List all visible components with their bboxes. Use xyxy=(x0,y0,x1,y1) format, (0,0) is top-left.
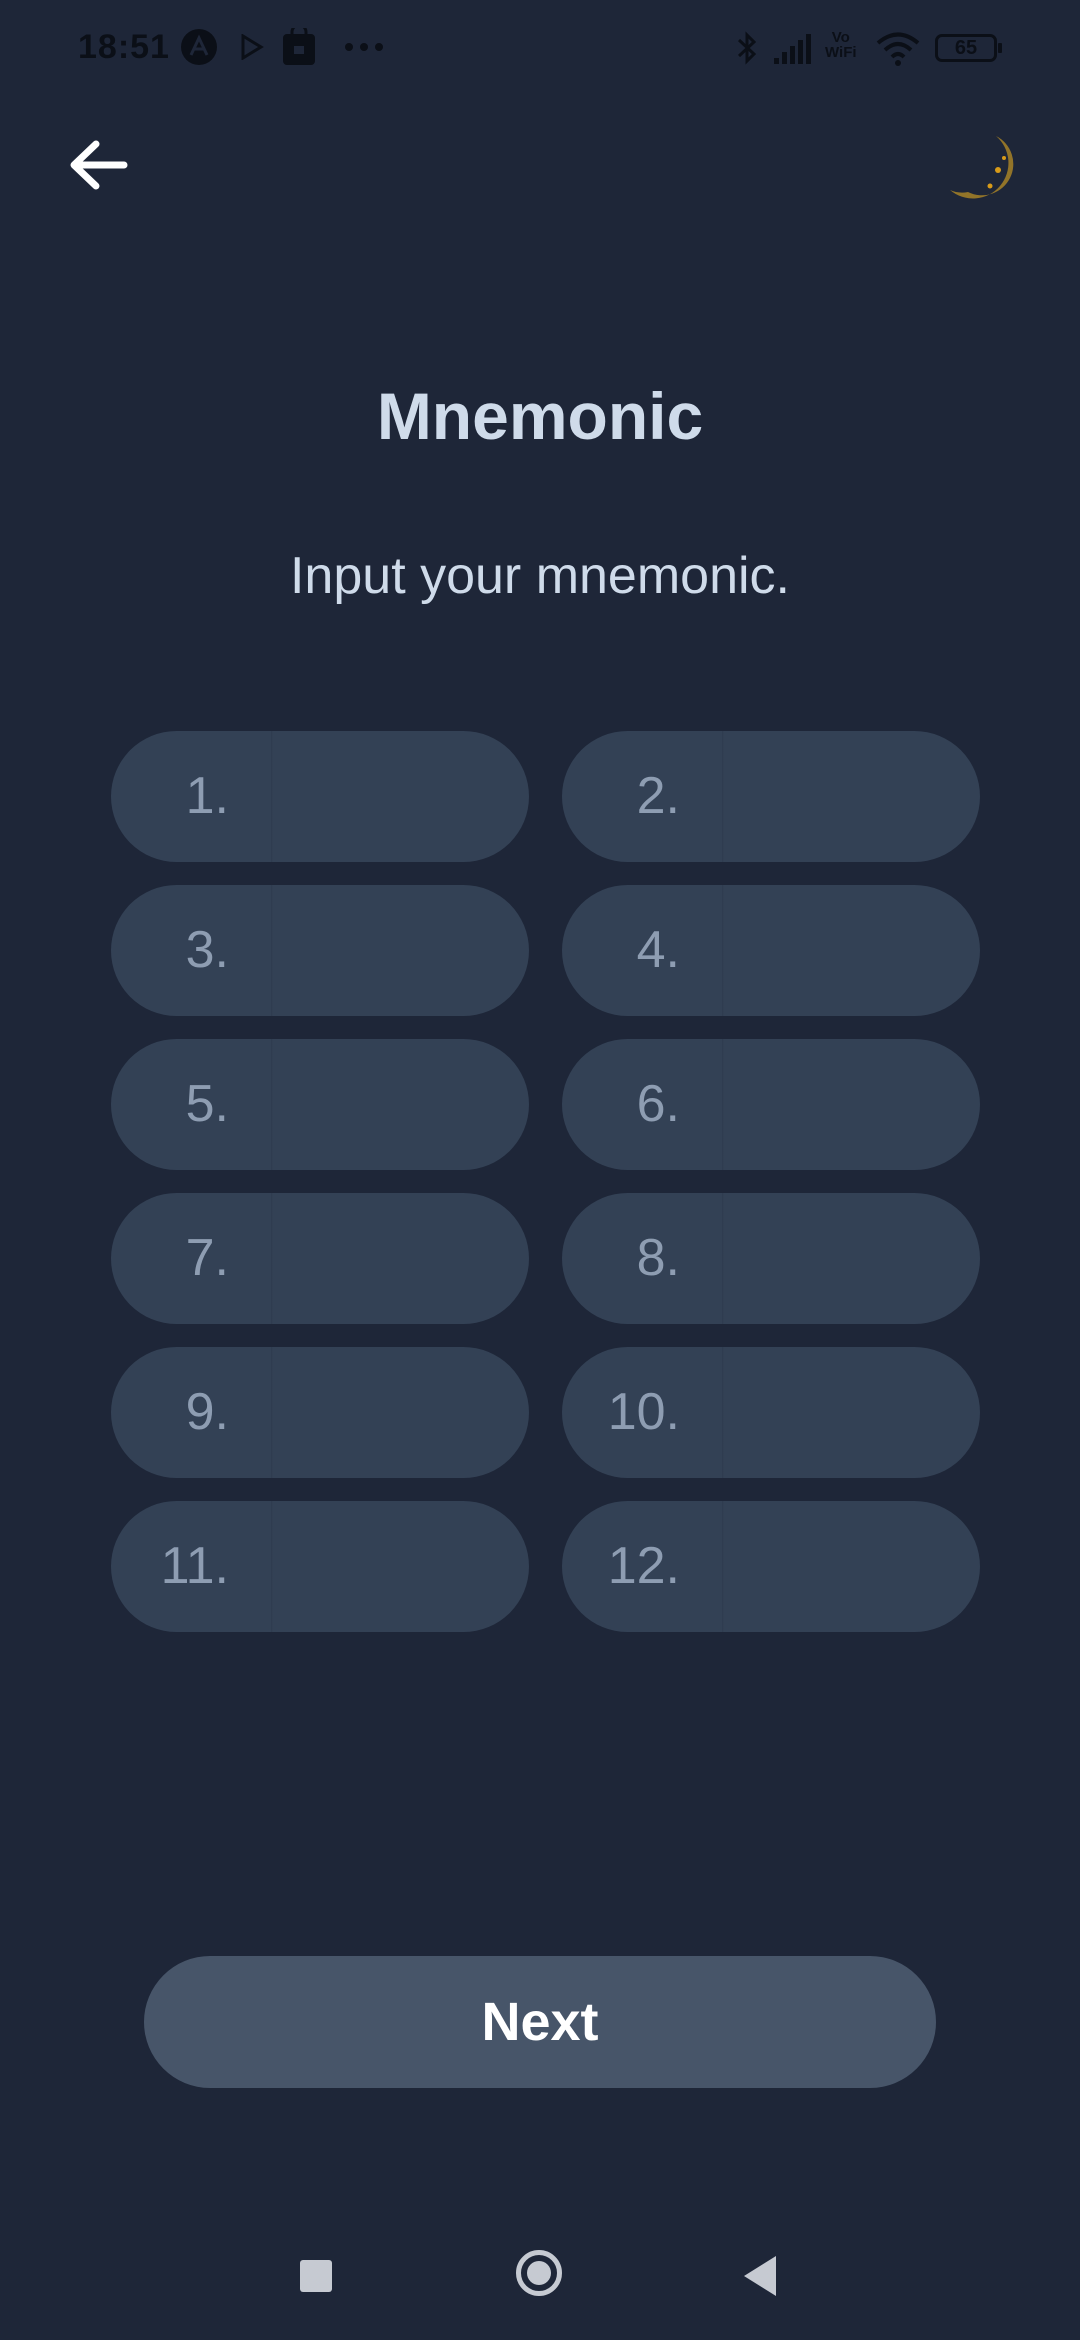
word-number-label: 6. xyxy=(636,1075,680,1133)
word-field-2[interactable]: 2. xyxy=(562,731,980,862)
next-button[interactable]: Next xyxy=(144,1956,936,2088)
field-divider xyxy=(722,731,724,862)
battery-indicator: 65 xyxy=(935,34,1002,62)
app-notification-icon xyxy=(181,29,217,65)
bluetooth-icon xyxy=(737,31,757,65)
vowifi-line2: WiFi xyxy=(825,44,857,61)
vowifi-line1: Vo xyxy=(831,29,850,46)
word-field-10[interactable]: 10. xyxy=(562,1347,980,1478)
vowifi-indicator: Vo WiFi xyxy=(825,30,857,60)
word-number-label: 2. xyxy=(636,767,680,825)
word-field-8[interactable]: 8. xyxy=(562,1193,980,1324)
status-time: 18:51 xyxy=(78,28,170,66)
play-store-icon xyxy=(241,34,264,60)
field-divider xyxy=(722,1347,724,1478)
word-number-label: 8. xyxy=(636,1229,680,1287)
word-number-label: 7. xyxy=(185,1229,229,1287)
crescent-moon-icon xyxy=(950,136,1014,199)
field-divider xyxy=(271,1193,273,1324)
wifi-icon xyxy=(876,32,920,66)
word-number-label: 1. xyxy=(185,767,229,825)
nav-back-icon[interactable] xyxy=(744,2256,776,2296)
field-divider xyxy=(722,1501,724,1632)
home-icon[interactable] xyxy=(516,2250,562,2296)
word-number-label: 5. xyxy=(185,1075,229,1133)
arrow-left-icon xyxy=(70,140,128,190)
field-divider xyxy=(271,1347,273,1478)
word-field-11[interactable]: 11. xyxy=(111,1501,529,1632)
word-field-9[interactable]: 9. xyxy=(111,1347,529,1478)
field-divider xyxy=(722,1039,724,1170)
field-divider xyxy=(722,885,724,1016)
theme-toggle-button[interactable] xyxy=(942,130,1022,210)
field-divider xyxy=(722,1193,724,1324)
word-number-label: 4. xyxy=(636,921,680,979)
field-divider xyxy=(271,885,273,1016)
recents-icon[interactable] xyxy=(300,2260,332,2292)
word-field-3[interactable]: 3. xyxy=(111,885,529,1016)
field-divider xyxy=(271,1039,273,1170)
field-divider xyxy=(271,731,273,862)
back-button[interactable] xyxy=(64,130,134,200)
page-subtitle: Input your mnemonic. xyxy=(289,547,791,605)
word-number-label: 11. xyxy=(160,1537,229,1595)
word-field-12[interactable]: 12. xyxy=(562,1501,980,1632)
shopping-bag-icon xyxy=(283,28,315,65)
page-title: Mnemonic xyxy=(376,379,704,453)
word-number-label: 10. xyxy=(607,1383,680,1441)
word-number-label: 3. xyxy=(185,921,229,979)
word-number-label: 9. xyxy=(185,1383,229,1441)
more-notifications-icon xyxy=(345,43,383,51)
word-field-6[interactable]: 6. xyxy=(562,1039,980,1170)
word-field-7[interactable]: 7. xyxy=(111,1193,529,1324)
system-nav-bar xyxy=(0,2220,1080,2330)
status-bar: 18:51 Vo WiFi 65 xyxy=(0,0,1080,100)
word-field-1[interactable]: 1. xyxy=(111,731,529,862)
word-field-5[interactable]: 5. xyxy=(111,1039,529,1170)
cellular-signal-icon xyxy=(774,34,811,64)
field-divider xyxy=(271,1501,273,1632)
word-field-4[interactable]: 4. xyxy=(562,885,980,1016)
word-number-label: 12. xyxy=(607,1537,680,1595)
